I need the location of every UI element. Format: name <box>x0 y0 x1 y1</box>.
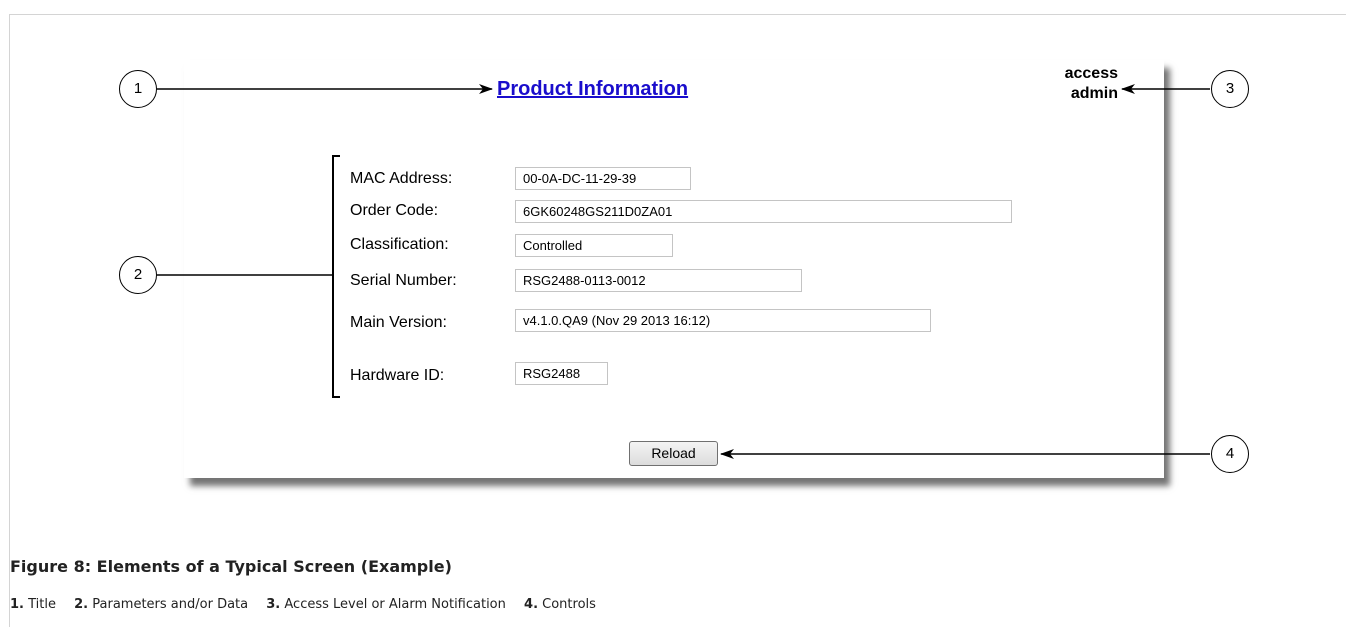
legend-item-parameters: 2. Parameters and/or Data <box>74 597 249 612</box>
callout-3: 3 <box>1211 70 1249 108</box>
figure-caption: Figure 8: Elements of a Typical Screen (… <box>10 557 452 576</box>
callout-1: 1 <box>119 70 157 108</box>
callout-4: 4 <box>1211 435 1249 473</box>
callout-2: 2 <box>119 256 157 294</box>
legend-item-access-level: 3. Access Level or Alarm Notification <box>266 597 506 612</box>
callout-arrows <box>157 84 1210 459</box>
legend-item-controls: 4. Controls <box>524 597 596 612</box>
figure-legend: 1. Title 2. Parameters and/or Data 3. Ac… <box>10 597 610 612</box>
legend-item-title: 1. Title <box>10 597 56 612</box>
